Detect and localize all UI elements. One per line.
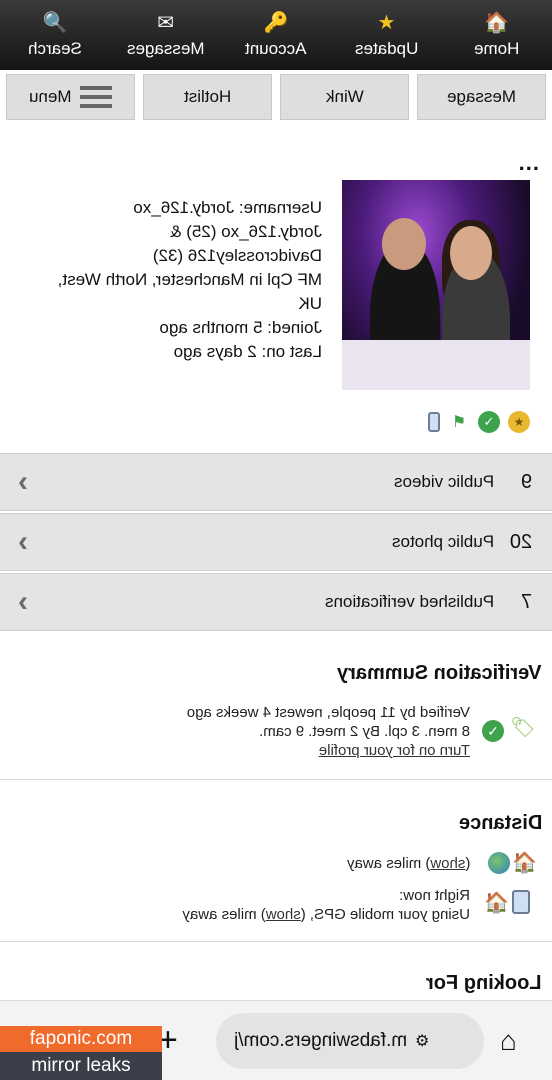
verification-turn-on-link[interactable]: Turn on for your profile xyxy=(170,741,470,760)
profile-info: Username: Jordy.126_xo Jordy.126_xo (25)… xyxy=(22,196,322,364)
top-nav: 🔍 Search ✉ Messages 🔑 Account ★ Updates … xyxy=(0,0,552,70)
site-settings-icon[interactable]: ⚙ xyxy=(415,1031,429,1051)
profile-badges: ⚑ ✓ ★ xyxy=(428,408,530,436)
url-text: m.fabswingers.com/j xyxy=(234,1030,408,1051)
section-public-photos[interactable]: ‹ 20 Public photos xyxy=(0,513,552,571)
more-options-button[interactable]: ... xyxy=(519,150,540,176)
photo-table xyxy=(342,340,530,390)
section-count: 7 xyxy=(520,590,532,613)
photo-figure xyxy=(382,218,426,270)
message-button-label: Message xyxy=(447,87,516,106)
looking-for-title: Looking For xyxy=(426,972,542,994)
wink-button-label: Wink xyxy=(325,87,364,106)
medal-icon: ★ xyxy=(508,411,530,433)
distance-row-1: (show) miles away xyxy=(347,855,470,872)
section-text: 20 Public photos xyxy=(392,531,532,554)
nav-home-label: Home xyxy=(474,38,520,58)
profile-names-1: Jordy.126_xo (25) & xyxy=(170,222,322,241)
nav-search[interactable]: 🔍 Search xyxy=(0,0,110,70)
nav-search-label: Search xyxy=(28,38,83,58)
section-count: 20 xyxy=(509,530,532,553)
section-count: 9 xyxy=(520,470,532,493)
verified-check-icon: ✓ xyxy=(478,411,500,433)
envelope-icon: ✉ xyxy=(157,11,174,34)
url-bar[interactable]: m.fabswingers.com/j ⚙ xyxy=(216,1013,484,1069)
globe-icon xyxy=(488,852,510,874)
house-icon: 🏠 xyxy=(512,852,537,874)
message-button[interactable]: Message xyxy=(417,74,546,120)
star-icon: ★ xyxy=(377,11,396,34)
verification-line-2: 8 men. 3 cpl. By 2 meet. 9 cam. xyxy=(259,723,470,740)
section-public-videos[interactable]: ‹ 9 Public videos xyxy=(0,453,552,511)
section-label: Published verifications xyxy=(324,592,494,611)
verification-line-1: Verified by 11 people, newest 4 weeks ag… xyxy=(186,704,470,721)
nav-messages[interactable]: ✉ Messages xyxy=(110,0,220,70)
watermark-tagline: mirror leaks xyxy=(0,1052,162,1080)
nav-account[interactable]: 🔑 Account xyxy=(221,0,331,70)
verification-details: Verified by 11 people, newest 4 weeks ag… xyxy=(170,703,470,760)
mobile-gps-icon xyxy=(512,890,530,914)
profile-card: Username: Jordy.126_xo Jordy.126_xo (25)… xyxy=(0,180,552,440)
hotlist-button-label: Hotlist xyxy=(183,87,232,106)
mobile-phone-icon xyxy=(428,412,440,432)
section-label: Public videos xyxy=(393,472,494,491)
profile-photo[interactable] xyxy=(342,180,530,390)
menu-button-label: Menu xyxy=(29,87,72,106)
distance-text: ) miles away xyxy=(346,855,430,872)
key-icon: 🔑 xyxy=(263,11,289,34)
hamburger-icon xyxy=(79,86,112,108)
media-sections: ‹ 9 Public videos ‹ 20 Public photos ‹ 7… xyxy=(0,453,552,633)
distance-row-2: Right now: Using your mobile GPS, (show)… xyxy=(170,886,470,924)
profile-location-2: UK xyxy=(298,294,322,313)
profile-location-1: MF Cpl in Manchester, North West, xyxy=(57,270,322,289)
divider xyxy=(0,779,552,780)
distance-title: Distance xyxy=(458,812,542,834)
verified-check-icon: ✓ xyxy=(482,720,504,742)
magnifier-icon: 🔍 xyxy=(42,11,68,34)
distance-right-now: Right now: xyxy=(399,887,470,904)
distance-show-link[interactable]: show xyxy=(430,855,465,872)
verification-title: Verification Summary xyxy=(337,662,542,684)
section-text: 7 Published verifications xyxy=(325,591,532,614)
action-bar: Menu Hotlist Wink Message xyxy=(6,74,546,120)
chevron-left-icon: ‹ xyxy=(18,465,28,498)
distance-text: ) miles away xyxy=(182,906,266,923)
section-label: Public photos xyxy=(391,532,494,551)
distance-text: ( xyxy=(465,855,470,872)
nav-messages-label: Messages xyxy=(126,38,205,58)
house-icon: 🏠 xyxy=(484,892,509,914)
wink-button[interactable]: Wink xyxy=(280,74,409,120)
menu-button[interactable]: Menu xyxy=(6,74,135,120)
chevron-left-icon: ‹ xyxy=(18,585,28,618)
profile-username: Username: Jordy.126_xo xyxy=(133,198,322,217)
tag-icon: 🏷 xyxy=(510,716,536,739)
distance-text: Using your mobile GPS, ( xyxy=(300,906,470,923)
divider xyxy=(0,941,552,942)
photo-figure xyxy=(450,226,492,280)
hotlist-button[interactable]: Hotlist xyxy=(143,74,272,120)
chevron-left-icon: ‹ xyxy=(18,525,28,558)
nav-home[interactable]: 🏠 Home xyxy=(442,0,552,70)
nav-account-label: Account xyxy=(245,38,307,58)
home-icon: 🏠 xyxy=(484,11,510,34)
nav-updates[interactable]: ★ Updates xyxy=(331,0,441,70)
home-icon[interactable]: ⌂ xyxy=(500,1025,517,1057)
profile-last-on: Last on: 2 days ago xyxy=(173,342,322,361)
nav-updates-label: Updates xyxy=(354,38,419,58)
section-text: 9 Public videos xyxy=(394,471,532,494)
profile-joined: Joined: 5 months ago xyxy=(159,318,322,337)
flag-icon: ⚑ xyxy=(451,414,467,431)
section-published-verifications[interactable]: ‹ 7 Published verifications xyxy=(0,573,552,631)
watermark-site: faponic.com xyxy=(0,1026,162,1052)
profile-names-2: Davidcrossley126 (32) xyxy=(152,246,322,265)
gps-show-link[interactable]: show xyxy=(266,906,301,923)
